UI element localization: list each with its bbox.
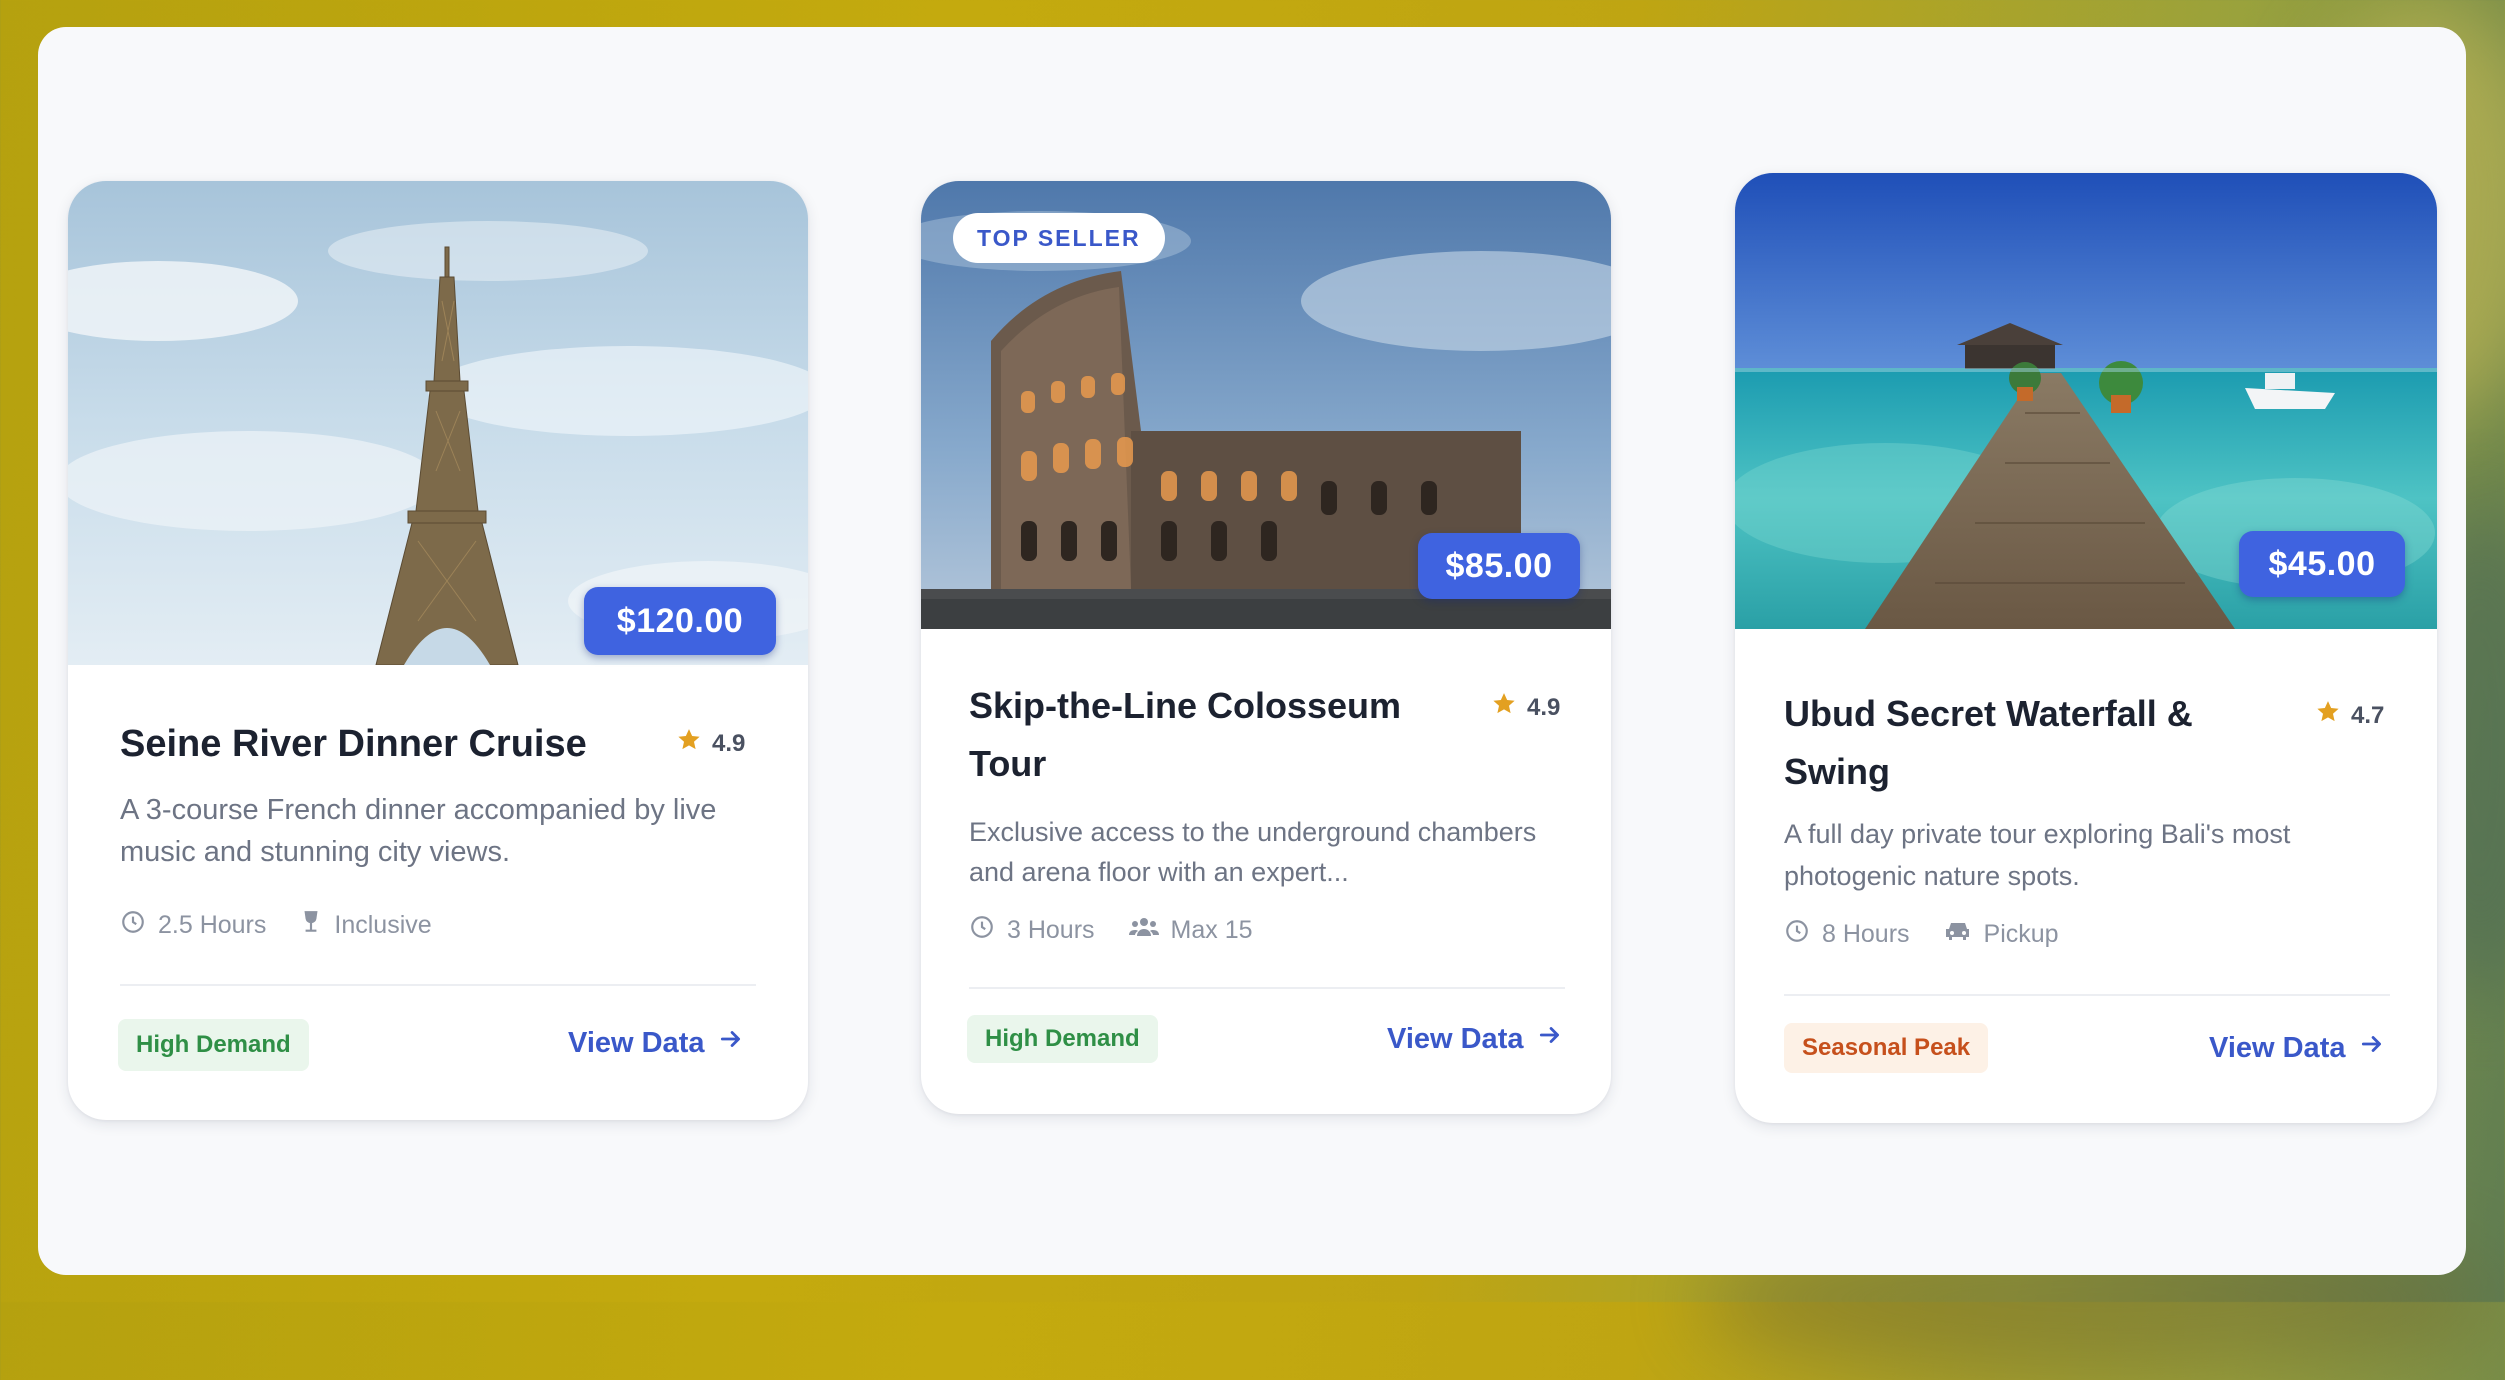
demand-tag: High Demand	[967, 1015, 1158, 1063]
clock-icon	[969, 914, 995, 947]
tour-card-seine[interactable]: $120.00 Seine River Dinner Cruise 4.9 A …	[68, 181, 808, 1120]
rating-value: 4.7	[2351, 701, 2385, 729]
view-data-link[interactable]: View Data	[568, 1026, 744, 1060]
duration: 3 Hours	[969, 914, 1095, 947]
inclusions: Inclusive	[300, 909, 432, 942]
tour-meta: 8 Hours Pickup	[1784, 918, 2093, 951]
divider	[120, 984, 756, 986]
star-icon	[2315, 699, 2341, 732]
rating-value: 4.9	[712, 729, 746, 757]
price-badge: $85.00	[1418, 533, 1580, 599]
wine-glass-icon	[300, 909, 322, 942]
tour-title: Seine River Dinner Cruise	[120, 723, 587, 765]
price-badge: $120.00	[584, 587, 776, 655]
tour-card-colosseum[interactable]: TOP SELLER $85.00 Skip-the-Line Colosseu…	[921, 181, 1611, 1114]
tour-card-ubud[interactable]: $45.00 Ubud Secret Waterfall & Swing 4.7…	[1735, 173, 2437, 1123]
view-data-link[interactable]: View Data	[2209, 1031, 2385, 1065]
clock-icon	[120, 909, 146, 942]
demand-tag: High Demand	[118, 1019, 309, 1071]
rating: 4.7	[2315, 699, 2384, 732]
tour-title: Ubud Secret Waterfall & Swing	[1784, 693, 2193, 792]
rating: 4.9	[676, 727, 745, 760]
price-badge: $45.00	[2239, 531, 2405, 597]
arrow-right-icon	[718, 1026, 744, 1060]
divider	[969, 987, 1565, 989]
tour-meta: 2.5 Hours Inclusive	[120, 909, 466, 942]
star-icon	[1491, 691, 1517, 724]
tour-description: A full day private tour exploring Bali's…	[1784, 819, 2291, 891]
group-icon	[1128, 914, 1159, 947]
top-seller-badge: TOP SELLER	[953, 213, 1165, 263]
rating-value: 4.9	[1527, 693, 1561, 721]
seasonal-tag: Seasonal Peak	[1784, 1023, 1989, 1073]
pickup: Pickup	[1944, 919, 2059, 950]
main-panel: $120.00 Seine River Dinner Cruise 4.9 A …	[38, 27, 2466, 1275]
tour-title: Skip-the-Line Colosseum Tour	[969, 685, 1402, 784]
tour-description: A 3-course French dinner accompanied by …	[120, 794, 717, 868]
view-data-link[interactable]: View Data	[1387, 1022, 1563, 1056]
arrow-right-icon	[1537, 1022, 1563, 1056]
car-icon	[1944, 919, 1972, 950]
tour-description: Exclusive access to the underground cham…	[969, 817, 1537, 887]
rating: 4.9	[1491, 691, 1560, 724]
tour-meta: 3 Hours Max 15	[969, 914, 1287, 947]
star-icon	[676, 727, 702, 760]
clock-icon	[1784, 918, 1810, 951]
duration: 8 Hours	[1784, 918, 1910, 951]
divider	[1784, 994, 2390, 996]
arrow-right-icon	[2359, 1031, 2385, 1065]
group-size: Max 15	[1128, 914, 1253, 947]
duration: 2.5 Hours	[120, 909, 266, 942]
